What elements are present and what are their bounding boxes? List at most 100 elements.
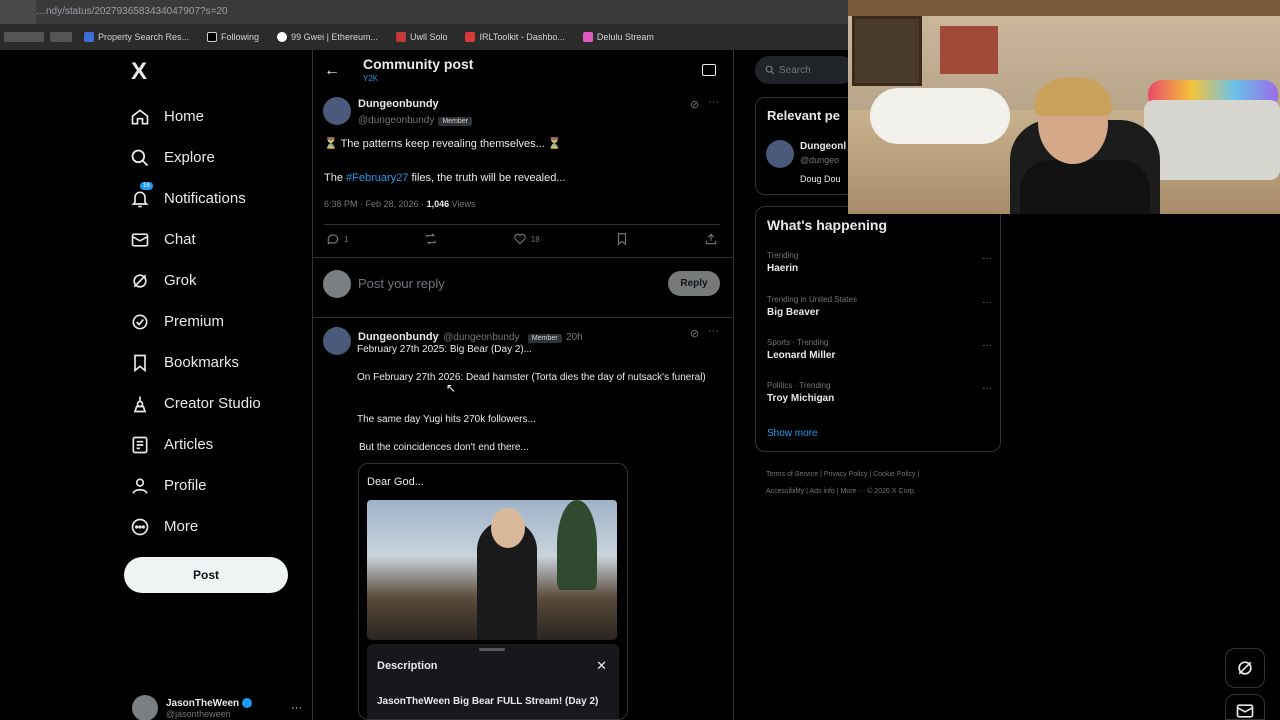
webcam-overlay — [848, 0, 1280, 214]
drag-handle[interactable] — [479, 648, 505, 651]
author-name[interactable]: Dungeonbundy — [358, 331, 439, 343]
description-text: JasonTheWeen Big Bear FULL Stream! (Day … — [377, 696, 599, 707]
nav-bookmarks[interactable]: Bookmarks — [130, 342, 300, 383]
relevant-name[interactable]: Dungeonl — [800, 141, 846, 152]
address-bar[interactable]: …ndy/status/2027936583434047907?s=20 — [0, 0, 848, 24]
ellipsis-icon[interactable]: ··· — [982, 297, 992, 308]
back-arrow-icon[interactable]: ← — [324, 62, 340, 80]
whats-happening-title: What's happening — [767, 217, 887, 233]
grok-floating-button[interactable] — [1225, 648, 1265, 688]
ellipsis-icon[interactable]: ··· — [982, 383, 992, 394]
trend-item[interactable]: Sports · Trending Leonard Miller ··· — [767, 338, 992, 361]
embedded-card[interactable]: Dear God... Description ✕ JasonTheWeen B… — [358, 463, 628, 720]
profile-icon — [132, 478, 148, 494]
search-input[interactable]: Search — [755, 56, 855, 84]
author-name[interactable]: Dungeonbundy — [358, 98, 472, 110]
close-icon[interactable]: ✕ — [596, 658, 607, 674]
reply-text-line3: The same day Yugi hits 270k followers... — [357, 414, 536, 425]
nav-articles[interactable]: Articles — [130, 424, 300, 465]
trend-item[interactable]: Trending in United States Big Beaver ··· — [767, 295, 992, 318]
bookmark-item[interactable]: IRLToolkit - Dashbo... — [459, 32, 570, 42]
avatar[interactable] — [323, 97, 351, 125]
video-thumbnail[interactable] — [367, 500, 617, 640]
trend-meta: Trending in United States — [767, 295, 857, 304]
ellipsis-icon[interactable]: ··· — [708, 325, 719, 337]
nav-notifications[interactable]: 16 Notifications — [130, 178, 300, 219]
hashtag-link[interactable]: #February27 — [346, 172, 408, 184]
trend-name: Haerin — [767, 263, 799, 274]
primary-nav: Home Explore 16 Notifications Chat Grok … — [130, 96, 300, 547]
bookmark-blurred[interactable] — [4, 32, 44, 42]
footer-line1[interactable]: Terms of Service | Privacy Policy | Cook… — [766, 466, 996, 483]
nav-label: Explore — [164, 149, 215, 166]
nav-label: More — [164, 518, 199, 535]
trend-meta: Trending — [767, 251, 799, 260]
hourglass-icon: ⏳ — [324, 138, 338, 150]
trend-name: Troy Michigan — [767, 393, 835, 404]
like-action[interactable]: 18 — [513, 232, 540, 246]
post-timestamp[interactable]: 6:38 PM · Feb 28, 2026 · — [324, 199, 427, 209]
show-more-link[interactable]: Show more — [767, 428, 818, 439]
bookmark-favicon — [277, 32, 288, 42]
reply-text-line2: On February 27th 2026: Dead hamster (Tor… — [357, 372, 706, 383]
thumbnail-face — [491, 508, 525, 548]
repost-action[interactable] — [424, 232, 438, 246]
ellipsis-icon[interactable]: ··· — [982, 253, 992, 264]
notifications-badge: 16 — [140, 182, 153, 190]
nav-explore[interactable]: Explore — [130, 137, 300, 178]
nav-chat[interactable]: Chat — [130, 219, 300, 260]
avatar[interactable] — [766, 140, 794, 168]
trend-item[interactable]: Politics · Trending Troy Michigan ··· — [767, 381, 992, 404]
like-count: 18 — [530, 234, 540, 244]
footer-line2[interactable]: Accessibility | Ads info | More ··· © 20… — [766, 483, 996, 500]
account-name-row: JasonTheWeen — [166, 698, 253, 709]
reader-view-icon[interactable] — [702, 64, 716, 76]
ellipsis-icon[interactable]: ··· — [982, 340, 992, 351]
nav-creator-studio[interactable]: Creator Studio — [130, 383, 300, 424]
bookmark-item[interactable]: 99 Gwei | Ethereum... — [271, 32, 384, 42]
post-actions: 1 18 — [326, 232, 718, 246]
bookmark-action[interactable] — [615, 232, 629, 246]
nav-home[interactable]: Home — [130, 96, 300, 137]
views-label: Views — [449, 199, 476, 209]
author-handle[interactable]: @dungeonbundy — [358, 115, 434, 126]
author-handle[interactable]: @dungeonbundy — [443, 332, 519, 343]
post-age[interactable]: 20h — [566, 332, 583, 343]
post-button[interactable]: Post — [124, 557, 288, 593]
nav-premium[interactable]: Premium — [130, 301, 300, 342]
trend-item[interactable]: Trending Haerin ··· — [767, 251, 992, 274]
nav-more[interactable]: More — [130, 506, 300, 547]
reply-action[interactable]: 1 — [326, 232, 348, 246]
nav-grok[interactable]: Grok — [130, 260, 300, 301]
nav-label: Notifications — [164, 190, 246, 207]
post-meta: 6:38 PM · Feb 28, 2026 · 1,046 Views — [324, 199, 475, 209]
trend-meta: Sports · Trending — [767, 338, 829, 347]
webcam-sofa — [870, 88, 1010, 144]
grok-icon[interactable]: ⊘ — [690, 98, 699, 111]
share-action[interactable] — [704, 232, 718, 246]
whats-happening-card: What's happening Trending Haerin ··· Tre… — [755, 206, 1001, 452]
relevant-handle[interactable]: @dungeo — [800, 155, 839, 165]
webcam-ceiling — [848, 0, 1280, 16]
divider — [313, 257, 733, 258]
bookmark-blurred-2[interactable] — [50, 32, 72, 42]
bookmark-item[interactable]: Following — [201, 32, 265, 42]
bookmark-item[interactable]: Delulu Stream — [577, 32, 660, 42]
reply-input[interactable]: Post your reply — [358, 276, 445, 291]
grok-icon — [133, 273, 147, 288]
bookmark-item[interactable]: Property Search Res... — [78, 32, 195, 42]
heart-icon — [513, 233, 526, 245]
nav-profile[interactable]: Profile — [130, 465, 300, 506]
bookmark-item[interactable]: Uwll Solo — [390, 32, 454, 42]
account-switcher[interactable]: JasonTheWeen @jasontheween ··· — [132, 695, 302, 720]
community-link[interactable]: Y2K — [363, 74, 378, 83]
grok-icon[interactable]: ⊘ — [690, 327, 699, 340]
messages-floating-button[interactable] — [1225, 694, 1265, 720]
reply-button[interactable]: Reply — [668, 271, 720, 296]
member-badge: Member — [438, 117, 473, 126]
ellipsis-icon[interactable]: ··· — [708, 96, 719, 108]
avatar[interactable] — [323, 327, 351, 355]
x-logo-icon[interactable]: X — [131, 58, 147, 86]
home-icon — [131, 108, 149, 124]
ellipsis-icon[interactable]: ··· — [291, 702, 302, 714]
